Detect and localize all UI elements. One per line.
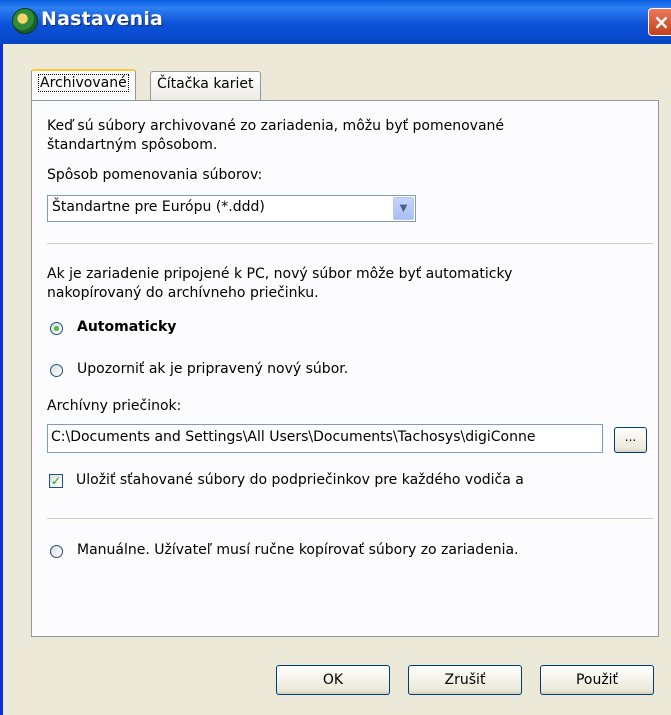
ok-button[interactable]: OK — [276, 665, 390, 695]
radio-manual-label[interactable]: Manuálne. Užívateľ musí ručne kopírovať … — [77, 541, 519, 560]
archive-folder-input[interactable]: C:\Documents and Settings\All Users\Docu… — [47, 424, 603, 453]
tab-archived[interactable]: Archivované — [31, 69, 136, 100]
intro-text-line1: Keď sú súbory archivované zo zariadenia,… — [47, 118, 505, 134]
tab-archived-label: Archivované — [38, 74, 129, 92]
folder-label: Archívny priečinok: — [47, 398, 182, 414]
subfolder-checkbox[interactable]: ✓ — [49, 474, 63, 488]
tab-card-reader-label: Čítačka kariet — [157, 76, 254, 92]
title-bar[interactable]: Nastavenia × — [0, 0, 671, 44]
tab-card-reader[interactable]: Čítačka kariet — [150, 71, 261, 100]
radio-automatic-label[interactable]: Automaticky — [77, 318, 176, 337]
subfolder-checkbox-label[interactable]: Uložiť sťahované súbory do podpriečinkov… — [76, 471, 524, 490]
radio-automatic[interactable] — [50, 322, 63, 335]
browse-button[interactable]: ... — [614, 427, 647, 453]
cancel-button[interactable]: Zrušiť — [408, 665, 522, 695]
app-icon — [12, 8, 38, 34]
naming-label: Spôsob pomenovania súborov: — [47, 167, 263, 183]
apply-button[interactable]: Použiť — [540, 665, 654, 695]
chevron-down-icon[interactable]: ▼ — [393, 197, 414, 220]
connect-text-line1: Ak je zariadenie pripojené k PC, nový sú… — [47, 266, 513, 282]
window-title: Nastavenia — [41, 8, 164, 30]
connect-text-line2: nakopírovaný do archívneho priečinku. — [47, 285, 319, 301]
intro-text-line2: štandartným spôsobom. — [47, 137, 218, 153]
divider — [47, 243, 653, 244]
naming-select-value: Štandartne pre Európu (*.ddd) — [52, 199, 265, 215]
radio-notify[interactable] — [50, 364, 63, 377]
close-button[interactable]: × — [648, 8, 671, 36]
radio-manual[interactable] — [50, 545, 63, 558]
naming-select[interactable]: Štandartne pre Európu (*.ddd) ▼ — [47, 195, 416, 222]
settings-dialog: Nastavenia × Archivované Čítačka kariet — [0, 0, 671, 715]
divider — [47, 518, 653, 519]
radio-notify-label[interactable]: Upozorniť ak je pripravený nový súbor. — [77, 360, 348, 379]
